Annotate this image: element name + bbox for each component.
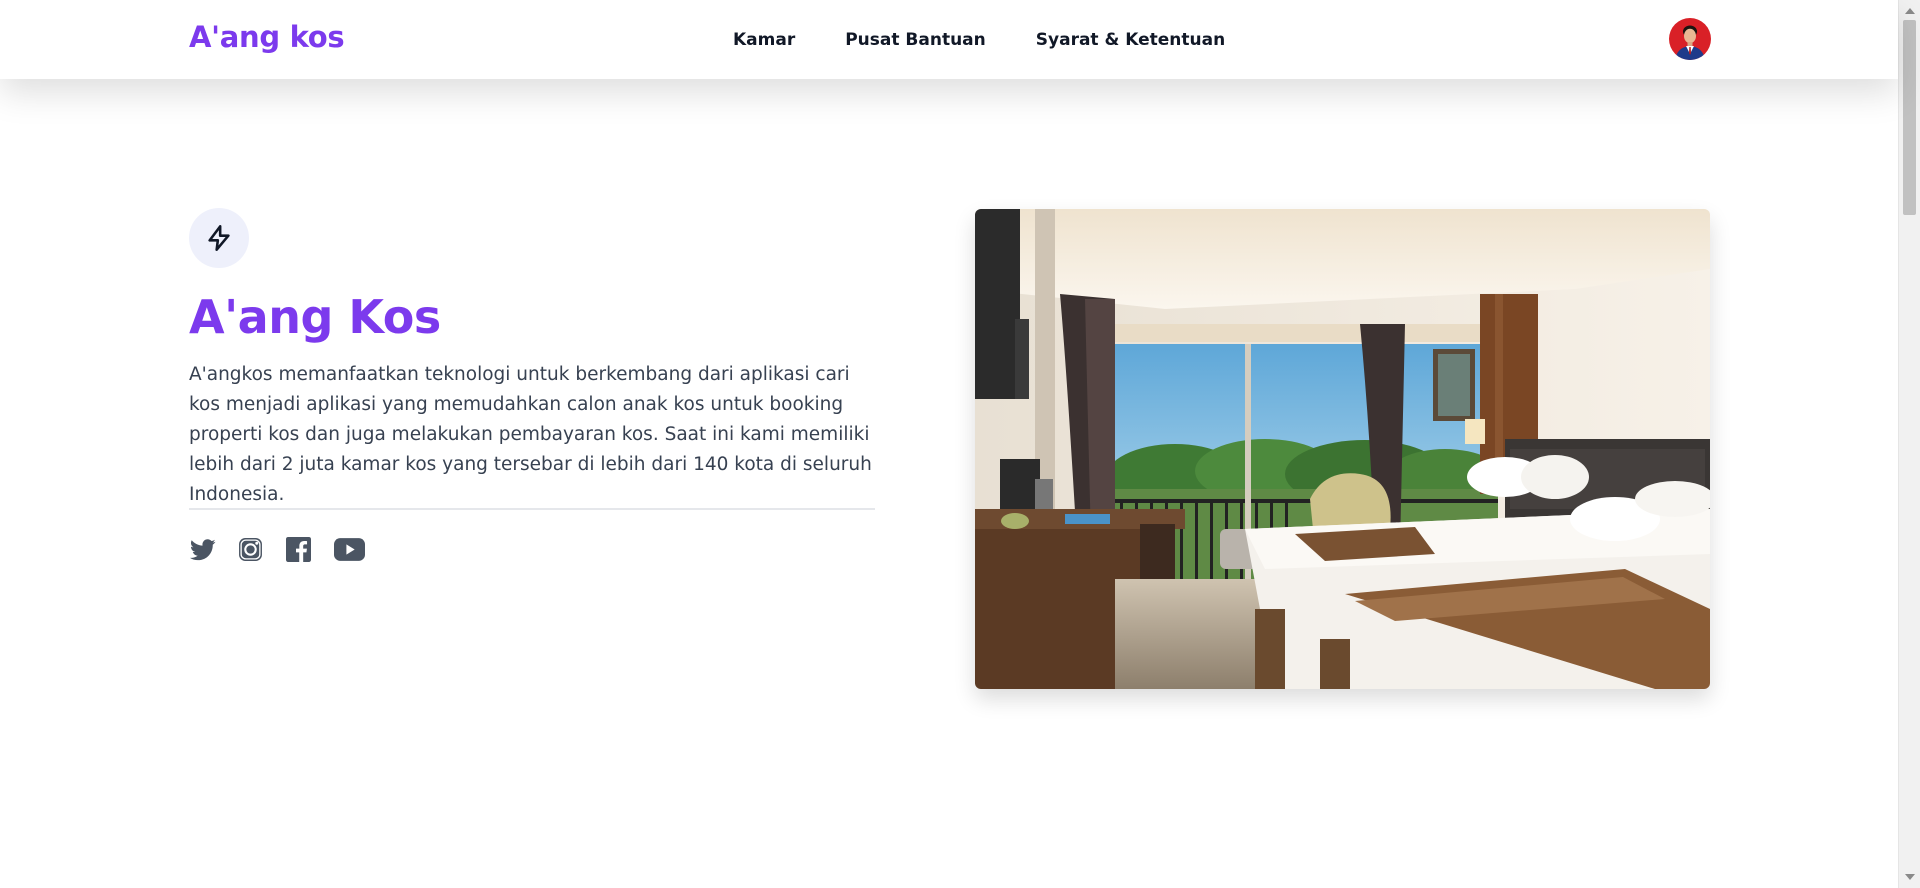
hotel-room-photo	[975, 209, 1710, 689]
twitter-icon[interactable]	[189, 536, 216, 563]
navbar: A'ang kos Kamar Pusat Bantuan Syarat & K…	[0, 0, 1898, 79]
scroll-up-icon[interactable]	[1905, 8, 1915, 14]
scroll-down-icon[interactable]	[1905, 874, 1915, 880]
page-scrollbar[interactable]	[1898, 0, 1920, 888]
user-avatar[interactable]	[1669, 18, 1711, 60]
avatar-icon	[1669, 18, 1711, 60]
section-divider	[189, 508, 875, 510]
nav-link-pusat-bantuan[interactable]: Pusat Bantuan	[845, 30, 986, 50]
nav-link-kamar[interactable]: Kamar	[733, 30, 795, 50]
hero-title: A'ang Kos	[189, 290, 441, 344]
instagram-icon[interactable]	[237, 536, 264, 563]
brand-logo[interactable]: A'ang kos	[189, 20, 345, 54]
lightning-bolt-icon	[189, 208, 249, 268]
facebook-icon[interactable]	[285, 536, 312, 563]
main-nav: Kamar Pusat Bantuan Syarat & Ketentuan	[733, 30, 1275, 50]
social-links	[189, 536, 386, 563]
hero-description: A'angkos memanfaatkan teknologi untuk be…	[189, 364, 872, 505]
youtube-icon[interactable]	[333, 536, 365, 563]
scrollbar-thumb[interactable]	[1903, 20, 1916, 215]
nav-link-syarat-ketentuan[interactable]: Syarat & Ketentuan	[1036, 30, 1225, 50]
